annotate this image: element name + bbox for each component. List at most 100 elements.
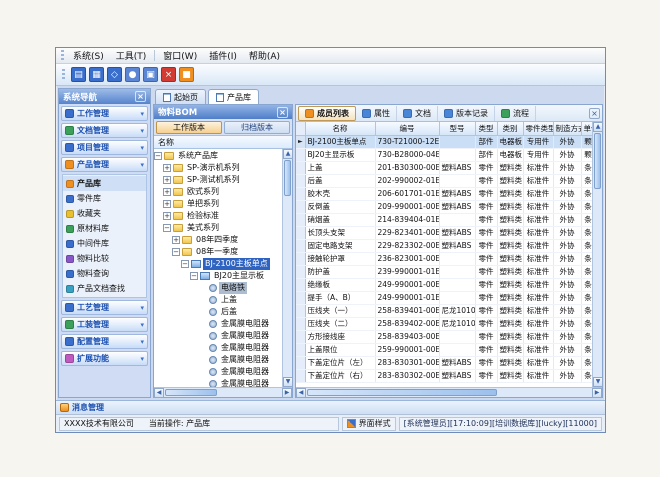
expand-icon[interactable]: + (163, 212, 171, 220)
table-row[interactable]: 胶木壳206-601701-01E塑料ABS零件塑料类标准件外协条 (296, 187, 592, 200)
scroll-right-icon[interactable]: ▶ (592, 388, 602, 398)
scroll-up-icon[interactable]: ▲ (593, 122, 603, 132)
collapse-icon[interactable]: − (190, 272, 198, 280)
nav-item-material-query[interactable]: 物料查询 (63, 266, 146, 281)
table-row[interactable]: 接触轮护罩236-823001-00E零件塑料类标准件外协条 (296, 252, 592, 265)
bom-vertical-scrollbar[interactable]: ▲ ▼ (282, 149, 292, 387)
tab-working-version[interactable]: 工作版本 (156, 121, 222, 134)
table-row[interactable]: 压线夹（二）258-839402-00E尼龙1010零件塑料类标准件外协条 (296, 317, 592, 330)
table-vertical-scrollbar[interactable]: ▲ ▼ (592, 122, 602, 387)
collapse-icon[interactable]: − (181, 260, 189, 268)
table-row[interactable]: 下盖定位片（左）283-830301-00E塑料ABS零件塑料类标准件外协条 (296, 356, 592, 369)
table-row[interactable]: 压线夹（一）258-839401-00E尼龙1010零件塑料类标准件外协条 (296, 304, 592, 317)
table-row[interactable]: 硝烟盖214-839404-01E零件塑料类标准件外协条 (296, 213, 592, 226)
tab-archived-version[interactable]: 归档版本 (224, 121, 290, 134)
nav-group-project-mgmt[interactable]: 项目管理▾ (61, 140, 148, 155)
column-header[interactable]: 名称 (305, 122, 375, 135)
table-row[interactable]: 固定电路支架229-823302-00E塑料ABS零件塑料类标准件外协条 (296, 239, 592, 252)
scroll-down-icon[interactable]: ▼ (283, 377, 293, 387)
tab-member-list[interactable]: 成员列表 (298, 106, 356, 121)
tree-node[interactable]: −08年一季度 (154, 246, 282, 258)
menu-window[interactable]: 窗口(W) (157, 48, 203, 63)
column-header[interactable]: 零件类型 (523, 122, 553, 135)
nav-group-doc-mgmt[interactable]: 文档管理▾ (61, 123, 148, 138)
settings-icon[interactable]: ■ (179, 67, 194, 82)
table-row[interactable]: 长顶头支架229-823401-00E塑料ABS零件塑料类标准件外协条 (296, 226, 592, 239)
nav-item-favorites[interactable]: 收藏夹 (63, 206, 146, 221)
scrollbar-thumb[interactable] (307, 389, 497, 396)
tree-node[interactable]: +欧式系列 (154, 186, 282, 198)
nav-item-product-doc-search[interactable]: 产品文档查找 (63, 281, 146, 296)
tree-node[interactable]: 金属膜电阻器 (154, 318, 282, 330)
table-horizontal-scrollbar[interactable]: ◀ ▶ (296, 387, 602, 397)
tree-node[interactable]: +单把系列 (154, 198, 282, 210)
bom-tree-icon[interactable]: ▦ (89, 67, 104, 82)
tab-start-page[interactable]: 起始页 (155, 89, 206, 104)
tree-node[interactable]: +08年四季度 (154, 234, 282, 246)
expand-icon[interactable]: + (163, 188, 171, 196)
nav-item-material-compare[interactable]: 物料比较 (63, 251, 146, 266)
tree-node[interactable]: +SP-测试机系列 (154, 174, 282, 186)
scrollbar-thumb[interactable] (284, 160, 291, 196)
column-header[interactable]: 类别 (497, 122, 523, 135)
nav-close-icon[interactable]: × (135, 91, 146, 102)
column-header[interactable]: 编号 (375, 122, 439, 135)
search-icon[interactable]: ● (125, 67, 140, 82)
tree-column-header[interactable]: 名称 (154, 136, 292, 149)
tree-node[interactable]: 金属膜电阻器 (154, 330, 282, 342)
tab-properties[interactable]: 属性 (356, 106, 397, 121)
tree-node[interactable]: +SP-演示机系列 (154, 162, 282, 174)
nav-item-raw-materials[interactable]: 原材料库 (63, 221, 146, 236)
nav-item-intermediate-library[interactable]: 中间件库 (63, 236, 146, 251)
scrollbar-thumb[interactable] (594, 133, 601, 189)
collapse-icon[interactable]: − (163, 224, 171, 232)
menu-plugins[interactable]: 插件(I) (203, 48, 243, 63)
tab-documents[interactable]: 文档 (397, 106, 438, 121)
nav-item-parts-library[interactable]: 零件库 (63, 191, 146, 206)
message-panel-header[interactable]: 消息管理 (56, 400, 605, 414)
menu-help[interactable]: 帮助(A) (243, 48, 286, 63)
menu-tools[interactable]: 工具(T) (110, 48, 153, 63)
tree-node[interactable]: 金属膜电阻器 (154, 354, 282, 366)
menu-system[interactable]: 系统(S) (67, 48, 110, 63)
expand-icon[interactable]: + (163, 164, 171, 172)
table-row[interactable]: 反倒盖209-990001-00E塑料ABS零件塑料类标准件外协条 (296, 200, 592, 213)
scroll-up-icon[interactable]: ▲ (283, 149, 293, 159)
scroll-left-icon[interactable]: ◀ (296, 388, 306, 398)
tree-node[interactable]: 后盖 (154, 306, 282, 318)
scroll-down-icon[interactable]: ▼ (593, 377, 603, 387)
scrollbar-thumb[interactable] (165, 389, 217, 396)
style-selector[interactable]: 界面样式 (342, 417, 396, 431)
expand-icon[interactable]: + (172, 236, 180, 244)
nav-group-tooling-mgmt[interactable]: 工装管理▾ (61, 317, 148, 332)
column-header[interactable]: 类型 (475, 122, 497, 135)
table-row[interactable]: 下盖定位片（右）283-830302-00E塑料ABS零件塑料类标准件外协条 (296, 369, 592, 382)
tree-node[interactable]: −美式系列 (154, 222, 282, 234)
table-row[interactable]: BJ20主显示板730-B28000-04E部件电器板专用件外协颗 (296, 148, 592, 161)
nav-group-process-mgmt[interactable]: 工艺管理▾ (61, 300, 148, 315)
bom-horizontal-scrollbar[interactable]: ◀ ▶ (154, 387, 292, 397)
tree-node[interactable]: 金属膜电阻器 (154, 378, 282, 387)
tab-version-history[interactable]: 版本记录 (438, 106, 495, 121)
delete-icon[interactable]: × (161, 67, 176, 82)
scroll-left-icon[interactable]: ◀ (154, 388, 164, 398)
nav-group-work-mgmt[interactable]: 工作管理▾ (61, 106, 148, 121)
scroll-right-icon[interactable]: ▶ (282, 388, 292, 398)
expand-icon[interactable]: + (163, 176, 171, 184)
tab-workflow[interactable]: 流程 (495, 106, 536, 121)
table-row[interactable]: 后盖202-990002-01E零件塑料类标准件外协条 (296, 174, 592, 187)
collapse-icon[interactable]: − (172, 248, 180, 256)
column-header[interactable]: 型号 (439, 122, 475, 135)
tree-node[interactable]: 上盖 (154, 294, 282, 306)
tree-node[interactable]: +检验标准 (154, 210, 282, 222)
tree-node[interactable]: 金属膜电阻器 (154, 342, 282, 354)
table-row[interactable]: 防护盖239-990001-01E零件塑料类标准件外协条 (296, 265, 592, 278)
tree-node[interactable]: −BJ20主显示板 (154, 270, 282, 282)
tree-node[interactable]: 金属膜电阻器 (154, 366, 282, 378)
expand-icon[interactable]: + (163, 200, 171, 208)
panel-close-icon[interactable]: × (589, 108, 600, 119)
column-header[interactable]: 制造方式 (553, 122, 581, 135)
bom-close-icon[interactable]: × (277, 107, 288, 118)
print-icon[interactable]: ▣ (143, 67, 158, 82)
table-row[interactable]: 绝缘板249-990001-00E零件塑料类标准件外协条 (296, 278, 592, 291)
